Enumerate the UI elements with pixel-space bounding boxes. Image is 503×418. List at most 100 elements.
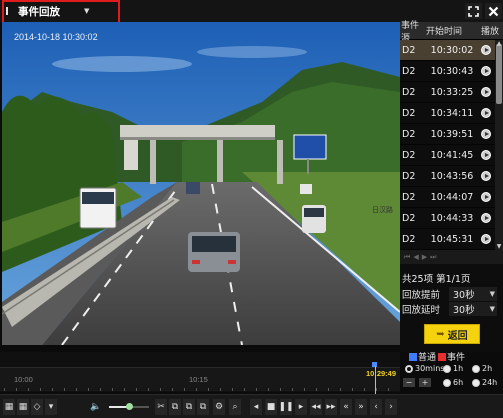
zoom-option-1h[interactable]: 1h <box>443 364 463 373</box>
first-page-icon[interactable]: ⏮ <box>404 253 410 262</box>
next-event-icon[interactable]: › <box>385 399 397 415</box>
event-source: D2 <box>402 212 416 224</box>
play-icon[interactable] <box>481 129 491 139</box>
next-page-icon[interactable]: ▶ <box>422 253 427 261</box>
timeline-tick <box>244 388 245 391</box>
play-icon[interactable] <box>481 213 491 223</box>
timeline-tick <box>4 388 5 391</box>
mode-dropdown[interactable]: 事件回放 ▼ <box>6 3 89 19</box>
stop-icon[interactable]: ■ <box>265 399 277 415</box>
camera-frame: 2014-10-18 10:30:02 日汉路 <box>2 22 400 345</box>
scroll-down-icon[interactable]: ▼ <box>495 243 503 250</box>
timeline-tick <box>196 388 197 391</box>
step-back-icon[interactable]: ◂◂ <box>310 399 322 415</box>
step-forward-icon[interactable]: ▸▸ <box>325 399 337 415</box>
event-start-time: 10:30:02 <box>430 44 474 56</box>
event-row[interactable]: D2 10:45:31 <box>400 229 503 250</box>
zoom-option-30mins[interactable]: 30mins <box>405 364 444 373</box>
zoom-out-button[interactable]: − <box>403 378 415 387</box>
event-row[interactable]: D2 10:30:02 <box>400 40 503 61</box>
custom-tag-icon[interactable]: ⧉ <box>197 399 209 415</box>
volume-icon[interactable]: 🔈 <box>90 399 102 415</box>
play-icon[interactable] <box>481 192 491 202</box>
zoom-in-button[interactable]: + <box>419 378 431 387</box>
page-title: 事件回放 <box>18 5 60 18</box>
zoom-option-2h[interactable]: 2h <box>472 364 492 373</box>
event-row[interactable]: D2 10:30:43 <box>400 61 503 82</box>
play-icon[interactable] <box>481 45 491 55</box>
grid-4-icon[interactable]: ▦ <box>17 399 29 415</box>
prev-page-icon[interactable]: ◀ <box>413 253 418 261</box>
last-page-icon[interactable]: ⏭ <box>430 253 436 262</box>
prev-event-icon[interactable]: ‹ <box>370 399 382 415</box>
post-play-select[interactable]: 30秒 ▼ <box>449 301 497 316</box>
pause-icon[interactable]: ❚❚ <box>278 399 294 415</box>
volume-slider[interactable] <box>109 403 149 410</box>
grid-9-icon[interactable]: ◇ <box>31 399 43 415</box>
event-source: D2 <box>402 233 416 245</box>
digital-zoom-icon[interactable]: ⌕ <box>229 399 241 415</box>
scroll-up-icon[interactable]: ▲ <box>495 40 503 47</box>
play-icon[interactable] <box>481 234 491 244</box>
timeline-tick <box>148 388 149 391</box>
event-list[interactable]: D2 10:30:02 D2 10:30:43 D2 10:33:25 D2 10:34:11… <box>400 40 503 250</box>
clip-icon[interactable]: ✂ <box>155 399 167 415</box>
slow-icon[interactable]: « <box>340 399 352 415</box>
svg-text:2014-10-18 10:30:02: 2014-10-18 10:30:02 <box>14 32 98 42</box>
timeline-label-1: 10:15 <box>189 375 208 384</box>
event-source: D2 <box>402 107 416 119</box>
event-start-time: 10:44:33 <box>430 212 474 224</box>
timeline-tick <box>352 388 353 391</box>
pre-play-select[interactable]: 30秒 ▼ <box>449 286 497 301</box>
event-source: D2 <box>402 191 416 203</box>
tag-icon[interactable]: ⧉ <box>183 399 195 415</box>
play-icon[interactable]: ▸ <box>295 399 307 415</box>
timeline-tick <box>208 388 209 391</box>
play-icon[interactable] <box>481 150 491 160</box>
reverse-play-icon[interactable]: ◂ <box>250 399 262 415</box>
timeline-cursor-time: 10:29:49 <box>366 369 397 378</box>
snapshot-icon[interactable]: ⧉ <box>169 399 181 415</box>
zoom-option-24h[interactable]: 24h <box>472 378 497 387</box>
event-row[interactable]: D2 10:43:56 <box>400 166 503 187</box>
radio-icon <box>443 378 451 387</box>
event-row[interactable]: D2 10:39:51 <box>400 124 503 145</box>
event-row[interactable]: D2 10:33:25 <box>400 82 503 103</box>
event-row[interactable]: D2 10:41:45 <box>400 145 503 166</box>
fast-icon[interactable]: » <box>355 399 367 415</box>
video-playback-area[interactable]: 2014-10-18 10:30:02 日汉路 <box>2 22 400 345</box>
zoom-option-6h[interactable]: 6h <box>443 378 463 387</box>
timeline-tick <box>16 388 17 391</box>
event-list-scrollbar[interactable]: ▲ ▼ <box>495 40 503 250</box>
back-button[interactable]: ➥ 返回 <box>424 324 480 344</box>
timeline-tick <box>172 388 173 391</box>
event-source: D2 <box>402 65 416 77</box>
close-button[interactable] <box>485 3 502 19</box>
timeline[interactable]: 10:00 10:15 10:29:49 <box>0 352 400 396</box>
event-start-time: 10:43:56 <box>430 170 474 182</box>
volume-knob[interactable] <box>126 403 133 410</box>
grid-1-icon[interactable]: ▦ <box>3 399 15 415</box>
timeline-tick <box>232 388 233 391</box>
chevron-down-icon: ▼ <box>489 289 495 298</box>
grid-16-icon[interactable]: ▾ <box>45 399 57 415</box>
event-row[interactable]: D2 10:44:07 <box>400 187 503 208</box>
back-arrow-icon: ➥ <box>436 328 445 340</box>
close-icon <box>488 6 499 16</box>
event-row[interactable]: D2 10:34:11 <box>400 103 503 124</box>
settings-gear-icon[interactable]: ⚙ <box>213 399 225 415</box>
play-icon[interactable] <box>481 108 491 118</box>
timeline-tick <box>388 388 389 391</box>
fullscreen-button[interactable] <box>465 3 482 19</box>
play-icon[interactable] <box>481 171 491 181</box>
legend-normal-label: 普通 <box>418 353 437 363</box>
timeline-tick <box>88 388 89 391</box>
play-icon[interactable] <box>481 87 491 97</box>
col-header-start-time: 开始时间 <box>426 27 463 37</box>
pre-play-label: 回放提前 <box>402 289 441 301</box>
scroll-thumb[interactable] <box>496 44 502 104</box>
play-icon[interactable] <box>481 66 491 76</box>
timeline-tick <box>256 388 257 391</box>
event-row[interactable]: D2 10:44:33 <box>400 208 503 229</box>
event-start-time: 10:33:25 <box>430 86 474 98</box>
